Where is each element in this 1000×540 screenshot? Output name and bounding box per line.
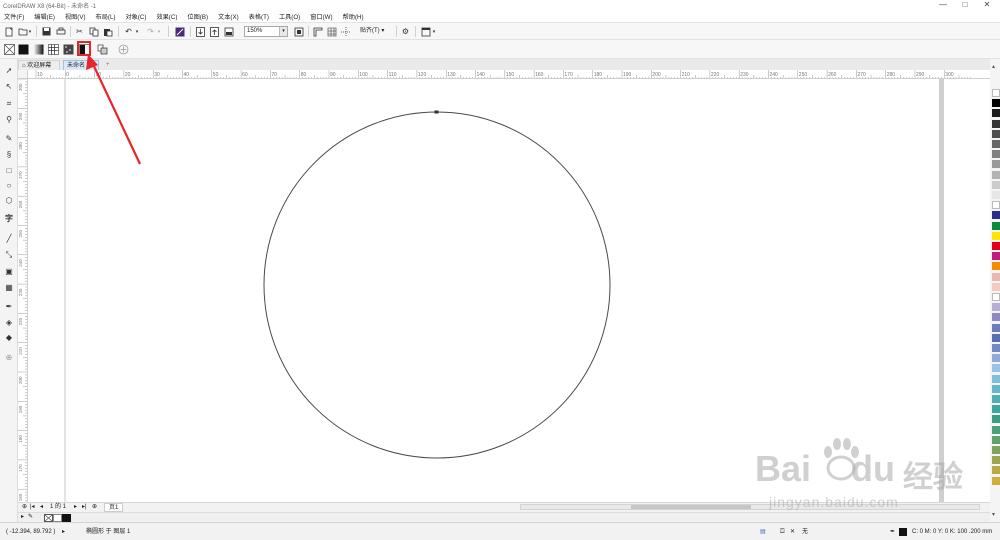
palette-swatch[interactable] (992, 221, 1000, 230)
color-proof-icon[interactable]: ▤ (760, 523, 766, 540)
coreldraw-window: CorelDRAW X8 (64-Bit) - 未命名 -1 — □ ✕ 文件(… (0, 0, 1000, 540)
palette-swatch[interactable] (992, 160, 1000, 169)
palette-swatch[interactable] (992, 119, 1000, 128)
palette-swatch[interactable] (992, 140, 1000, 148)
palette-swatch[interactable] (992, 272, 1000, 281)
palette-swatch[interactable] (992, 211, 1000, 220)
palette-swatch[interactable] (992, 313, 1000, 322)
annotation-arrow (86, 54, 141, 165)
palette-swatch[interactable] (992, 446, 1000, 454)
page-count: 1 的 1 (50, 504, 67, 510)
palette-swatch[interactable] (992, 170, 1000, 179)
play-icon[interactable]: ▸ (62, 523, 65, 540)
add-page-last-icon[interactable]: ⊕ (92, 503, 97, 512)
palette-swatch[interactable] (992, 242, 1000, 250)
black-swatch[interactable] (62, 514, 71, 522)
palette-swatch[interactable] (992, 201, 1000, 210)
no-fill-x-icon: ✕ (790, 529, 796, 535)
palette-swatch[interactable] (992, 415, 1000, 424)
palette-scroll-down-icon[interactable]: ▾ (992, 511, 995, 518)
horizontal-scrollbar[interactable] (520, 504, 980, 510)
last-page-icon[interactable]: ▸| (82, 503, 87, 512)
palette-swatch[interactable] (992, 129, 1000, 138)
palette-swatch[interactable] (992, 333, 1000, 342)
palette-swatch[interactable] (992, 282, 1000, 291)
palette-swatch[interactable] (992, 252, 1000, 261)
palette-swatch[interactable] (992, 364, 1000, 373)
status-bar: ( -12.394, 89.792 ) ▸ 椭圆形 于 图层 1 ▤ ⛋ ✕ 无… (0, 522, 1000, 540)
selection-info: 椭圆形 于 图层 1 (86, 529, 131, 535)
palette-swatch[interactable] (992, 323, 1000, 332)
palette-swatch[interactable] (992, 374, 1000, 383)
outline-status: C: 0 M: 0 Y: 0 K: 100 .200 mm (912, 529, 993, 535)
palette-swatch[interactable] (992, 303, 1000, 312)
palette-swatch[interactable] (992, 395, 1000, 403)
white-swatch[interactable] (53, 514, 62, 522)
fill-bucket-icon: ⛋ (780, 529, 785, 535)
palette-scroll-up-icon[interactable]: ▴ (992, 63, 995, 70)
fill-status: 无 (802, 529, 809, 535)
cursor-coordinates: ( -12.394, 89.792 ) (6, 529, 56, 535)
color-palette: ▴ ▾ (990, 59, 1000, 522)
palette-swatch[interactable] (992, 354, 1000, 363)
palette-swatch[interactable] (992, 99, 1000, 108)
palette-swatch[interactable] (992, 150, 1000, 159)
palette-swatch[interactable] (992, 466, 1000, 475)
palette-swatch[interactable] (992, 456, 1000, 465)
first-page-icon[interactable]: |◂ (30, 503, 35, 512)
palette-swatch[interactable] (992, 405, 1000, 414)
next-page-icon[interactable]: ▸ (74, 503, 77, 512)
palette-swatch[interactable] (992, 262, 1000, 271)
document-palette: ▸ ✎ (18, 512, 990, 522)
palette-swatch[interactable] (992, 109, 1000, 118)
palette-swatch[interactable] (992, 344, 1000, 352)
page-tab[interactable]: 页1 (104, 503, 124, 512)
outline-color-swatch (899, 528, 907, 536)
palette-swatch[interactable] (992, 293, 1000, 301)
no-color-swatch[interactable] (44, 514, 53, 522)
palette-options-icon[interactable]: ▸ (21, 513, 24, 520)
palette-swatch[interactable] (992, 191, 1000, 199)
palette-swatch[interactable] (992, 89, 1000, 97)
add-page-first-icon[interactable]: ⊕ (22, 503, 27, 512)
palette-swatch[interactable] (992, 180, 1000, 189)
eyedropper-icon[interactable]: ✎ (28, 513, 33, 520)
palette-swatch[interactable] (992, 384, 1000, 393)
palette-swatch[interactable] (992, 425, 1000, 434)
pen-icon: ✒ (890, 529, 896, 535)
scroll-thumb[interactable] (631, 505, 751, 509)
palette-swatch[interactable] (992, 476, 1000, 485)
palette-swatch[interactable] (992, 231, 1000, 240)
prev-page-icon[interactable]: ◂ (40, 503, 43, 512)
palette-swatch[interactable] (992, 435, 1000, 444)
